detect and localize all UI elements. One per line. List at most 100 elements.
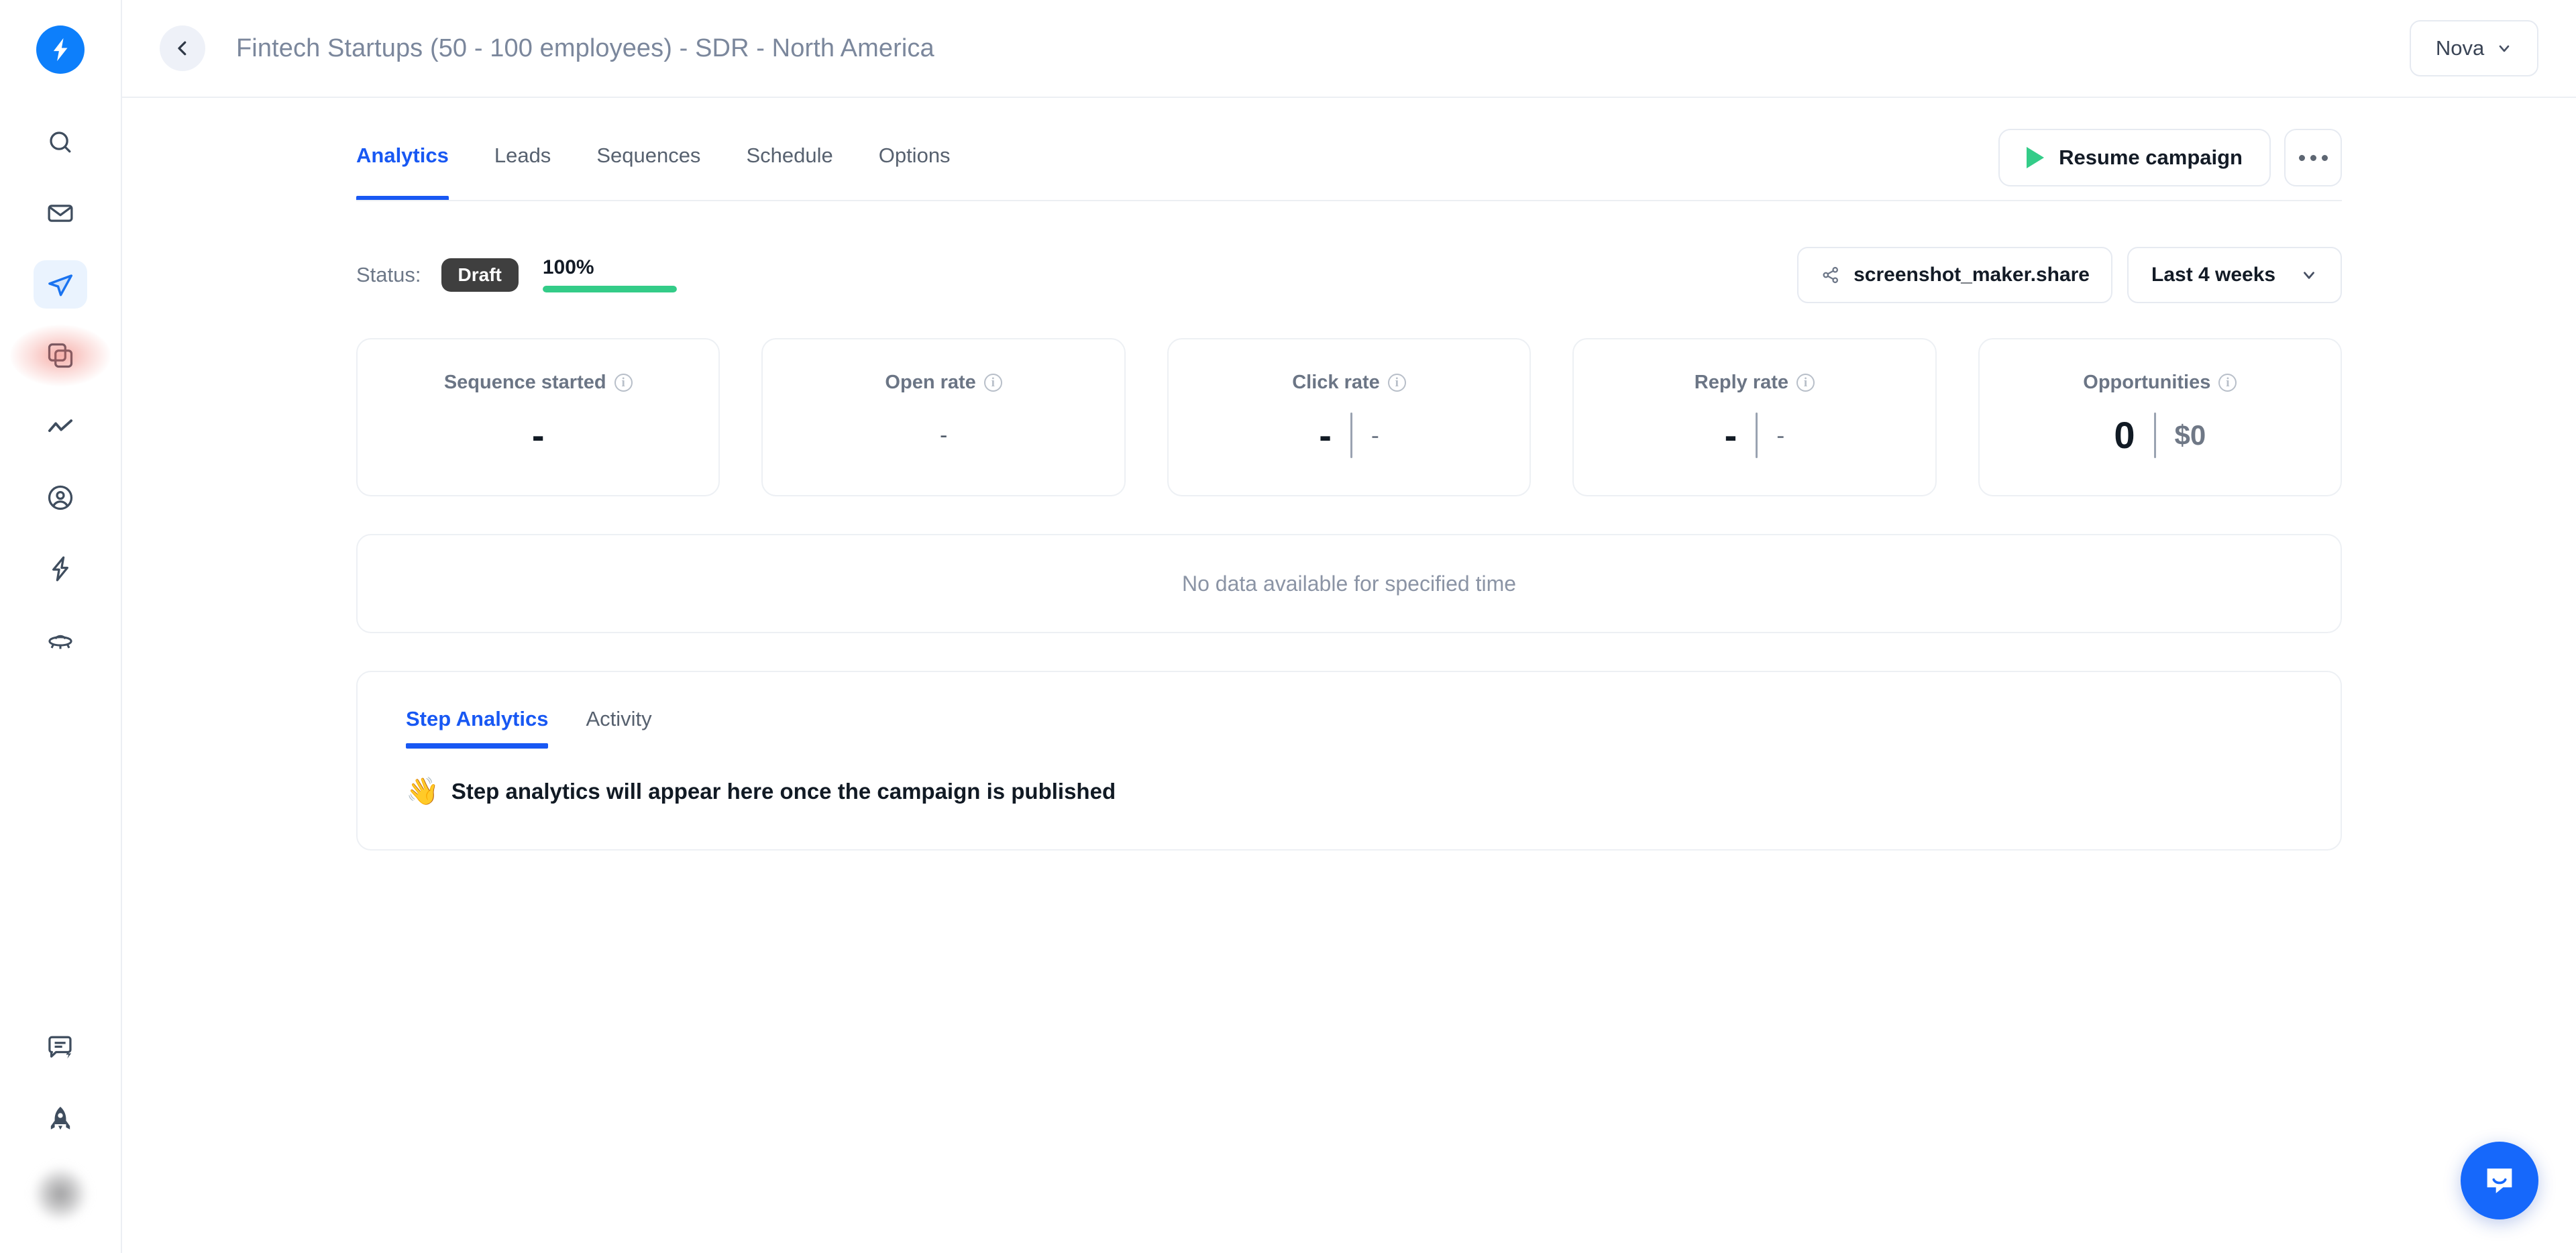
status-label: Status: [356,263,421,286]
metric-card-open-rate: Open rate i - [761,338,1126,496]
metric-value-secondary: - [1776,421,1785,449]
chevron-down-icon [2304,272,2314,279]
chart-empty-panel: No data available for specified time [356,534,2342,633]
line-chart-icon [48,419,73,433]
sidebar-item-search[interactable] [34,118,87,166]
workspace-switcher[interactable]: Nova [2410,20,2538,76]
sidebar-item-campaigns[interactable] [34,260,87,309]
info-icon[interactable]: i [1796,374,1815,392]
info-icon[interactable]: i [614,374,633,392]
tab-activity[interactable]: Activity [586,707,651,749]
resume-campaign-label: Resume campaign [2059,146,2243,169]
tab-schedule[interactable]: Schedule [746,133,833,188]
progress-group: 100% [542,256,677,292]
status-badge: Draft [441,258,519,292]
content-container: Analytics Leads Sequences Schedule Optio… [356,129,2343,851]
sidebar-item-analytics[interactable] [34,402,87,451]
share-account-button[interactable]: screenshot_maker.share [1797,247,2112,303]
tab-label: Step Analytics [406,707,549,730]
date-range-select[interactable]: Last 4 weeks [2127,247,2342,303]
lightning-bolt-logo-icon [53,38,68,62]
workspace-label: Nova [2435,36,2485,60]
sidebar-item-whats-new[interactable] [34,1095,87,1143]
progress-track [542,286,677,292]
tab-label: Leads [494,144,551,167]
campaign-tabs-row: Analytics Leads Sequences Schedule Optio… [356,129,2342,201]
step-analytics-empty-message: 👋 Step analytics will appear here once t… [406,778,2341,805]
metric-title: Sequence started [443,372,606,393]
metric-value-row: - - [1724,408,1785,462]
metric-value-primary: - [531,414,545,456]
tab-label: Schedule [746,144,833,167]
left-sidebar [0,0,122,1253]
share-account-label: screenshot_maker.share [1854,264,2090,286]
metric-value-primary: - [1724,414,1737,456]
tab-sequences[interactable]: Sequences [596,133,700,188]
back-button[interactable] [160,25,205,71]
ellipsis-icon [2321,154,2328,161]
sidebar-nav-top [34,118,87,664]
chat-lightning-icon [48,1036,72,1059]
share-nodes-icon [1823,266,1839,284]
tab-label: Analytics [356,144,449,167]
progress-percent-label: 100% [542,256,594,278]
play-icon [2027,147,2045,168]
info-icon[interactable]: i [1387,374,1406,392]
metric-cards: Sequence started i - Open rate i - Click… [356,338,2343,496]
info-icon[interactable]: i [2218,374,2237,392]
tabs-underline [356,200,2342,201]
top-bar: Fintech Startups (50 - 100 employees) - … [122,0,2576,98]
avatar[interactable] [32,1166,89,1222]
sidebar-item-automations[interactable] [34,545,87,593]
tab-label: Activity [586,707,652,730]
resume-campaign-button[interactable]: Resume campaign [1998,129,2271,186]
lightning-icon [52,556,68,582]
rocket-icon [50,1106,70,1130]
chat-launcher-button[interactable] [2461,1142,2538,1219]
metric-title-row: Reply rate i [1695,372,1815,394]
metric-title-row: Open rate i [885,372,1002,394]
metric-value-row: - [940,408,947,462]
ufo-icon [48,635,72,649]
copy-layers-icon [48,343,73,368]
metric-value-primary: 0 [2114,414,2135,456]
tab-analytics[interactable]: Analytics [356,133,449,201]
chevron-down-icon [2499,45,2510,52]
metric-title: Open rate [885,372,976,393]
chart-empty-message: No data available for specified time [1181,571,1517,596]
app-root: Fintech Startups (50 - 100 employees) - … [0,0,2576,1253]
metric-title: Click rate [1292,372,1380,393]
tab-label: Options [878,144,951,167]
info-icon[interactable]: i [983,374,1002,392]
ellipsis-icon [2310,154,2316,161]
sidebar-nav-bottom [0,1024,121,1222]
tab-step-analytics[interactable]: Step Analytics [406,707,549,749]
step-analytics-tabs: Step Analytics Activity [406,707,2341,749]
app-logo[interactable] [36,25,85,74]
metric-title: Reply rate [1694,372,1789,393]
metric-value-primary: - [939,423,948,448]
status-row: Status: Draft 100% screenshot_maker.shar… [356,247,2342,303]
tab-options[interactable]: Options [879,133,951,188]
sidebar-item-templates[interactable] [34,331,87,380]
campaign-actions: Resume campaign [1998,129,2342,186]
step-analytics-panel: Step Analytics Activity 👋 Step analytics… [356,671,2342,851]
sidebar-item-contacts[interactable] [34,474,87,522]
sidebar-item-inbox[interactable] [34,189,87,237]
date-range-label: Last 4 weeks [2151,264,2276,286]
metric-title: Opportunities [2083,372,2211,393]
metric-title-row: Opportunities i [2083,372,2237,394]
sidebar-item-feedback[interactable] [34,1024,87,1072]
metric-value-primary: - [1319,414,1332,456]
step-analytics-empty-text: Step analytics will appear here once the… [451,779,1116,804]
waving-hand-icon: 👋 [406,777,439,806]
metric-card-reply-rate: Reply rate i - - [1572,338,1937,496]
metric-value-secondary: $0 [2174,419,2206,451]
analytics-toolbar: screenshot_maker.share Last 4 weeks [1797,247,2342,303]
metric-card-opportunities: Opportunities i 0 $0 [1978,338,2343,496]
more-options-button[interactable] [2284,129,2342,186]
sidebar-item-integrations[interactable] [34,616,87,664]
tab-leads[interactable]: Leads [494,133,551,188]
user-circle-icon [48,485,73,510]
chat-smile-icon [2487,1168,2512,1193]
